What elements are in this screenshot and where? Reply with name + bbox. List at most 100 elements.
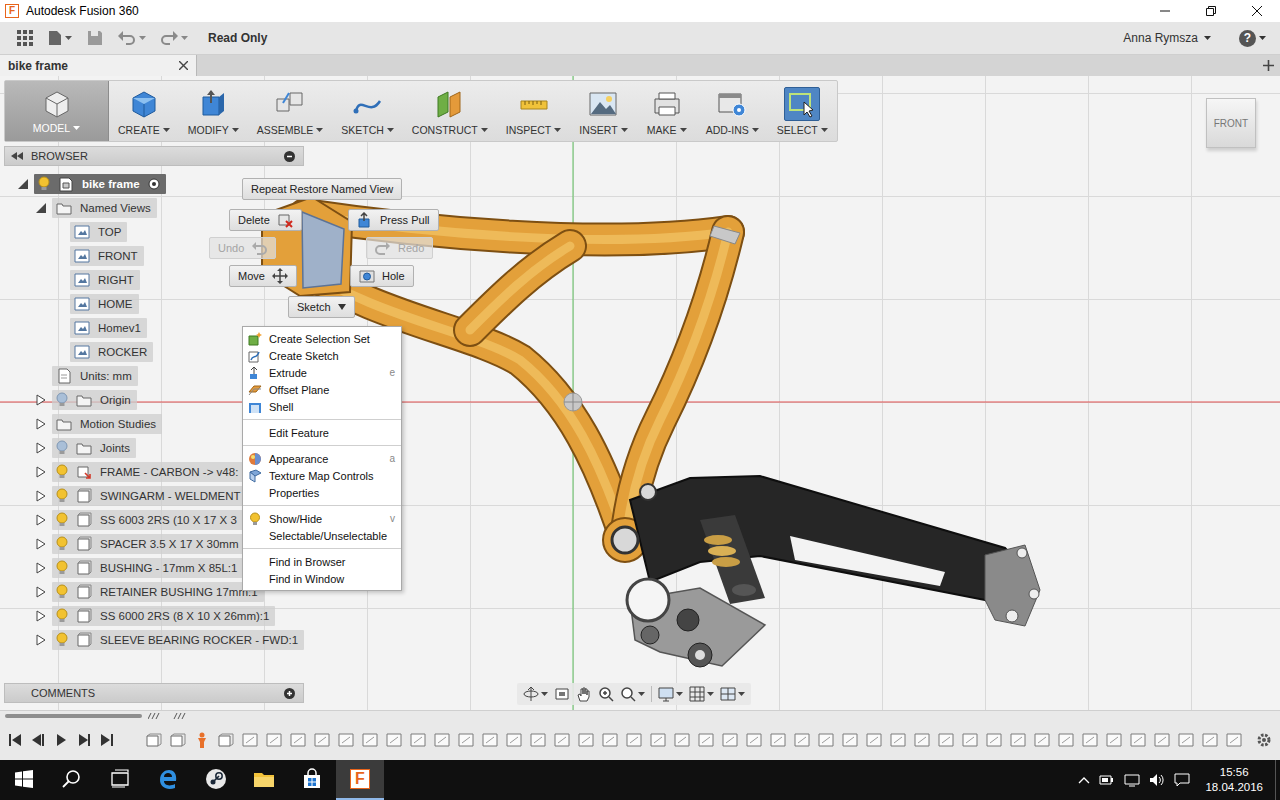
toolbar-item[interactable]: INSPECT (497, 81, 571, 141)
view-cube[interactable]: FRONT (1206, 98, 1256, 148)
toolbar-item[interactable]: ADD-INS (697, 81, 768, 141)
workspace-switcher[interactable]: MODEL (5, 81, 109, 141)
visibility-bulb-icon[interactable] (56, 536, 68, 552)
timeline-feature[interactable] (1106, 732, 1122, 748)
toolbar-item[interactable]: INSERT (570, 81, 636, 141)
joint-feature-icon[interactable] (1178, 733, 1194, 747)
joint-feature-icon[interactable] (818, 733, 834, 747)
timeline-feature[interactable] (866, 732, 882, 748)
steam-taskbar-button[interactable] (192, 760, 240, 800)
joint-feature-icon[interactable] (578, 733, 594, 747)
timeline-feature[interactable] (962, 732, 978, 748)
context-menu-item[interactable]: Find in Window (243, 570, 401, 587)
timeline-feature[interactable] (602, 732, 618, 748)
scroll-thumb[interactable] (5, 714, 142, 718)
joint-feature-icon[interactable] (602, 733, 618, 747)
tree-row-body[interactable]: ROCKER (70, 342, 153, 362)
timeline-feature[interactable] (1202, 732, 1218, 748)
joint-feature-icon[interactable] (914, 733, 930, 747)
timeline-feature[interactable] (242, 732, 258, 748)
selected-face[interactable] (302, 212, 344, 288)
timeline-feature[interactable] (1034, 732, 1050, 748)
joint-feature-icon[interactable] (1058, 733, 1074, 747)
timeline-feature[interactable] (554, 732, 570, 748)
visibility-bulb-icon[interactable] (56, 464, 68, 480)
timeline-feature[interactable] (770, 732, 786, 748)
power-icon[interactable] (1099, 773, 1115, 787)
start-taskbar-button[interactable] (0, 760, 48, 800)
joint-feature-icon[interactable] (1202, 733, 1218, 747)
joint-feature-icon[interactable] (506, 733, 522, 747)
collapsed-triangle-icon[interactable] (35, 610, 47, 622)
joint-feature-icon[interactable] (1154, 733, 1170, 747)
marking-menu-button[interactable]: Press Pull (348, 209, 439, 231)
timeline-feature[interactable] (146, 732, 162, 748)
component-feature-icon[interactable] (170, 733, 186, 747)
timeline-feature[interactable] (170, 732, 186, 748)
visibility-bulb-icon[interactable] (56, 584, 68, 600)
expanded-triangle-icon[interactable] (35, 202, 47, 214)
timeline-feature[interactable] (194, 732, 210, 748)
component-feature-icon[interactable] (218, 733, 234, 747)
add-comment-icon[interactable] (284, 688, 295, 699)
tree-row-body[interactable]: Units: mm (52, 366, 138, 386)
context-menu-item[interactable]: Appearancea (243, 450, 401, 467)
tree-row-body[interactable]: Motion Studies (52, 414, 162, 434)
edge-taskbar-button[interactable] (144, 760, 192, 800)
collapsed-triangle-icon[interactable] (35, 562, 47, 574)
timeline-feature[interactable] (266, 732, 282, 748)
expand-toggle[interactable] (34, 609, 48, 623)
collapsed-triangle-icon[interactable] (35, 586, 47, 598)
context-menu-item[interactable]: Show/Hidev (243, 510, 401, 527)
orbit-button[interactable] (523, 684, 548, 704)
help-menu[interactable]: ? (1235, 25, 1270, 51)
volume-icon[interactable] (1149, 773, 1165, 787)
expand-toggle[interactable] (34, 513, 48, 527)
tree-row-body[interactable]: SWINGARM - WELDMENT (52, 486, 247, 506)
joint-feature-icon[interactable] (1034, 733, 1050, 747)
collapsed-triangle-icon[interactable] (35, 514, 47, 526)
context-menu-item[interactable]: Properties (243, 484, 401, 501)
joint-feature-icon[interactable] (938, 733, 954, 747)
timeline-feature[interactable] (746, 732, 762, 748)
expand-toggle[interactable] (34, 417, 48, 431)
expand-toggle[interactable] (34, 465, 48, 479)
expand-toggle[interactable] (34, 585, 48, 599)
joint-feature-icon[interactable] (554, 733, 570, 747)
toolbar-item[interactable]: MAKE (637, 81, 697, 141)
store-taskbar-button[interactable] (288, 760, 336, 800)
tree-row-body[interactable]: SS 6003 2RS (10 X 17 X 3 (52, 510, 243, 530)
close-button[interactable] (1234, 0, 1280, 22)
marking-menu-button[interactable]: Move (229, 265, 297, 287)
joint-feature-icon[interactable] (386, 733, 402, 747)
joint-feature-icon[interactable] (962, 733, 978, 747)
timeline-feature[interactable] (698, 732, 714, 748)
joint-feature-icon[interactable] (650, 733, 666, 747)
joint-feature-icon[interactable] (746, 733, 762, 747)
visibility-bulb-icon[interactable] (56, 560, 68, 576)
expand-toggle[interactable] (34, 561, 48, 575)
timeline-feature[interactable] (794, 732, 810, 748)
timeline-feature[interactable] (482, 732, 498, 748)
joint-feature-icon[interactable] (242, 733, 258, 747)
joint-feature-icon[interactable] (626, 733, 642, 747)
document-tab[interactable]: bike frame (0, 55, 197, 76)
show-desktop-button[interactable] (1275, 760, 1280, 800)
notifications-icon[interactable] (1174, 773, 1190, 787)
joint-feature-icon[interactable] (1010, 733, 1026, 747)
expand-toggle[interactable] (34, 633, 48, 647)
visibility-bulb-icon[interactable] (56, 608, 68, 624)
file-menu-button[interactable] (44, 25, 76, 51)
timeline-feature[interactable] (530, 732, 546, 748)
timeline-feature[interactable] (650, 732, 666, 748)
expanded-triangle-icon[interactable] (17, 178, 29, 190)
save-button[interactable] (82, 25, 108, 51)
toolbar-item[interactable]: ASSEMBLE (248, 81, 333, 141)
skip-to-start-icon[interactable] (8, 734, 22, 746)
joint-feature-icon[interactable] (482, 733, 498, 747)
joint-feature-icon[interactable] (1106, 733, 1122, 747)
look-at-button[interactable] (554, 684, 570, 704)
restore-button[interactable] (1188, 0, 1234, 22)
visibility-bulb-icon[interactable] (56, 632, 68, 648)
timeline-feature[interactable] (818, 732, 834, 748)
